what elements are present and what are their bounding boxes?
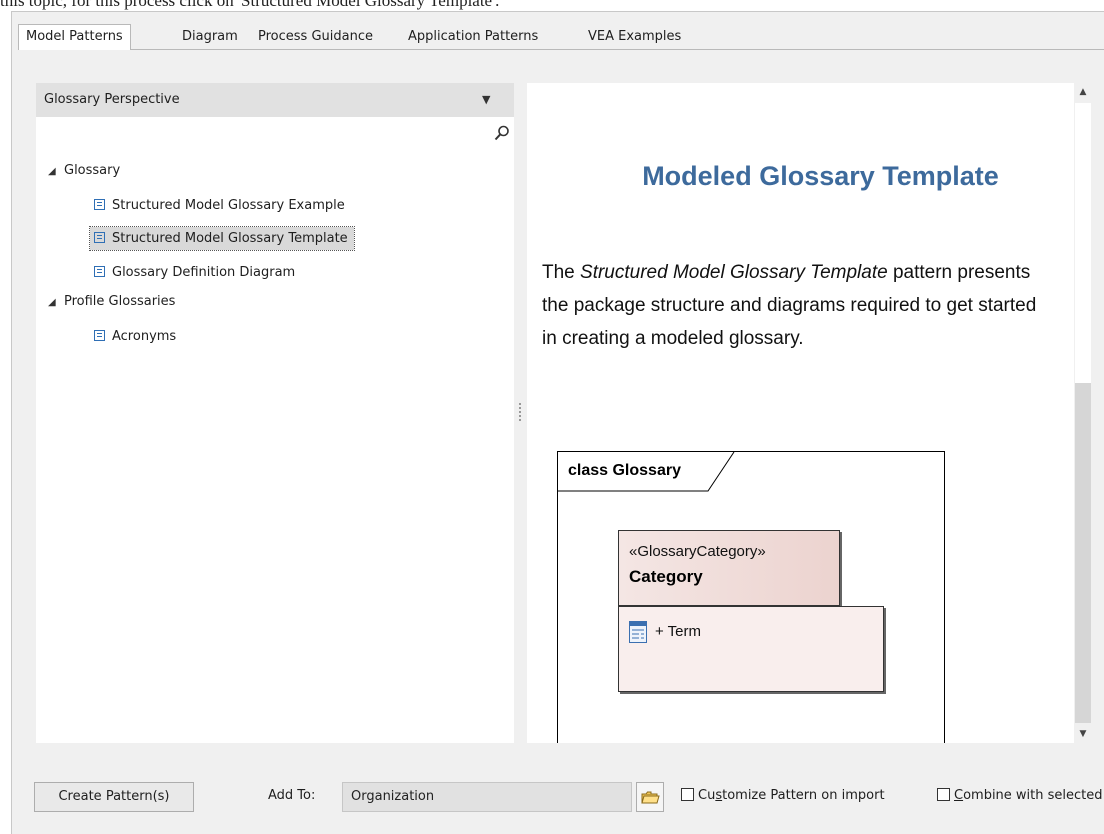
combine-selection-checkbox[interactable]: Combine with selected — [937, 788, 1103, 804]
pattern-icon — [94, 232, 105, 243]
tab-model-patterns[interactable]: Model Patterns — [18, 24, 131, 50]
search-icon[interactable] — [493, 124, 511, 142]
tree-item-definition-diagram[interactable]: Glossary Definition Diagram — [90, 261, 301, 284]
pattern-icon — [94, 199, 105, 210]
checkbox-label-c: tomize Pattern on import — [722, 788, 885, 803]
browse-package-button[interactable] — [636, 782, 664, 812]
bottom-toolbar: Create Pattern(s) Add To: Organization C… — [12, 752, 1104, 834]
class-attributes: + Term — [618, 606, 884, 692]
perspective-label: Glossary Perspective — [44, 92, 180, 107]
checkbox-label-b: ombine with selected — [963, 788, 1103, 803]
tree-item-label: Glossary Definition Diagram — [112, 265, 296, 280]
class-diagram-frame: class Glossary «GlossaryCategory» Catego… — [557, 451, 945, 743]
pattern-dialog: Model Patterns Diagram Process Guidance … — [11, 11, 1104, 834]
attribute-list-icon — [629, 621, 647, 643]
dropdown-arrow-icon: ▼ — [482, 93, 491, 106]
attribute-term: + Term — [655, 623, 701, 640]
tree-node-label: Glossary — [64, 163, 121, 178]
class-name: Category — [629, 567, 703, 586]
add-to-label: Add To: — [268, 788, 316, 803]
pattern-icon — [94, 330, 105, 341]
collapse-triangle-icon[interactable]: ◢ — [48, 292, 64, 314]
tree-node-glossary[interactable]: ◢ Glossary — [48, 160, 120, 182]
frame-label: class Glossary — [568, 462, 681, 479]
tab-vea-examples[interactable]: VEA Examples — [588, 25, 681, 49]
checkbox-box[interactable] — [681, 788, 694, 801]
checkbox-box[interactable] — [937, 788, 950, 801]
scrollbar-thumb[interactable] — [1075, 103, 1091, 383]
help-text-start: The — [542, 262, 581, 283]
scroll-down-icon[interactable]: ▼ — [1074, 725, 1092, 743]
tree-item-structured-template[interactable]: Structured Model Glossary Template — [89, 226, 355, 251]
perspective-dropdown[interactable]: Glossary Perspective ▼ — [36, 83, 514, 117]
tab-divider — [18, 49, 1104, 50]
collapse-triangle-icon[interactable]: ◢ — [48, 161, 64, 183]
scrollbar-track[interactable] — [1075, 383, 1091, 723]
tree-item-label: Structured Model Glossary Template — [112, 231, 348, 246]
tab-process-guidance[interactable]: Process Guidance — [258, 25, 373, 49]
pane-splitter[interactable] — [514, 83, 527, 743]
scroll-up-icon[interactable]: ▲ — [1074, 83, 1092, 101]
tab-diagram[interactable]: Diagram — [182, 25, 238, 49]
pattern-icon — [94, 266, 105, 277]
tree-item-label: Structured Model Glossary Example — [112, 198, 345, 213]
top-caption: this topic, for this process click on 'S… — [0, 0, 500, 10]
pattern-tree-pane: Glossary Perspective ▼ ◢ Glossary Structu… — [36, 83, 514, 743]
vertical-scrollbar[interactable]: ▲ ▼ — [1074, 83, 1092, 743]
tree-item-acronyms[interactable]: Acronyms — [90, 325, 182, 348]
checkbox-label-a: C — [954, 788, 964, 803]
customize-pattern-checkbox[interactable]: Customize Pattern on import — [681, 788, 885, 804]
add-to-field[interactable]: Organization — [342, 782, 632, 812]
help-text-pattern-name: Structured Model Glossary Template — [580, 262, 888, 283]
tree-node-profile-glossaries[interactable]: ◢ Profile Glossaries — [48, 291, 175, 313]
splitter-grip[interactable] — [519, 403, 521, 423]
tree-node-label: Profile Glossaries — [64, 294, 176, 309]
tree-item-structured-example[interactable]: Structured Model Glossary Example — [90, 194, 351, 217]
class-stereotype: «GlossaryCategory» — [629, 543, 766, 560]
help-description: The Structured Model Glossary Template p… — [542, 256, 1042, 355]
class-header: «GlossaryCategory» Category — [618, 530, 840, 606]
help-preview-pane: Modeled Glossary Template The Structured… — [527, 83, 1074, 743]
checkbox-label-a: Cu — [698, 788, 716, 803]
folder-icon — [641, 791, 660, 804]
tree-item-label: Acronyms — [112, 329, 177, 344]
tab-application-patterns[interactable]: Application Patterns — [408, 25, 538, 49]
help-title: Modeled Glossary Template — [642, 161, 999, 191]
create-patterns-button[interactable]: Create Pattern(s) — [34, 782, 194, 812]
